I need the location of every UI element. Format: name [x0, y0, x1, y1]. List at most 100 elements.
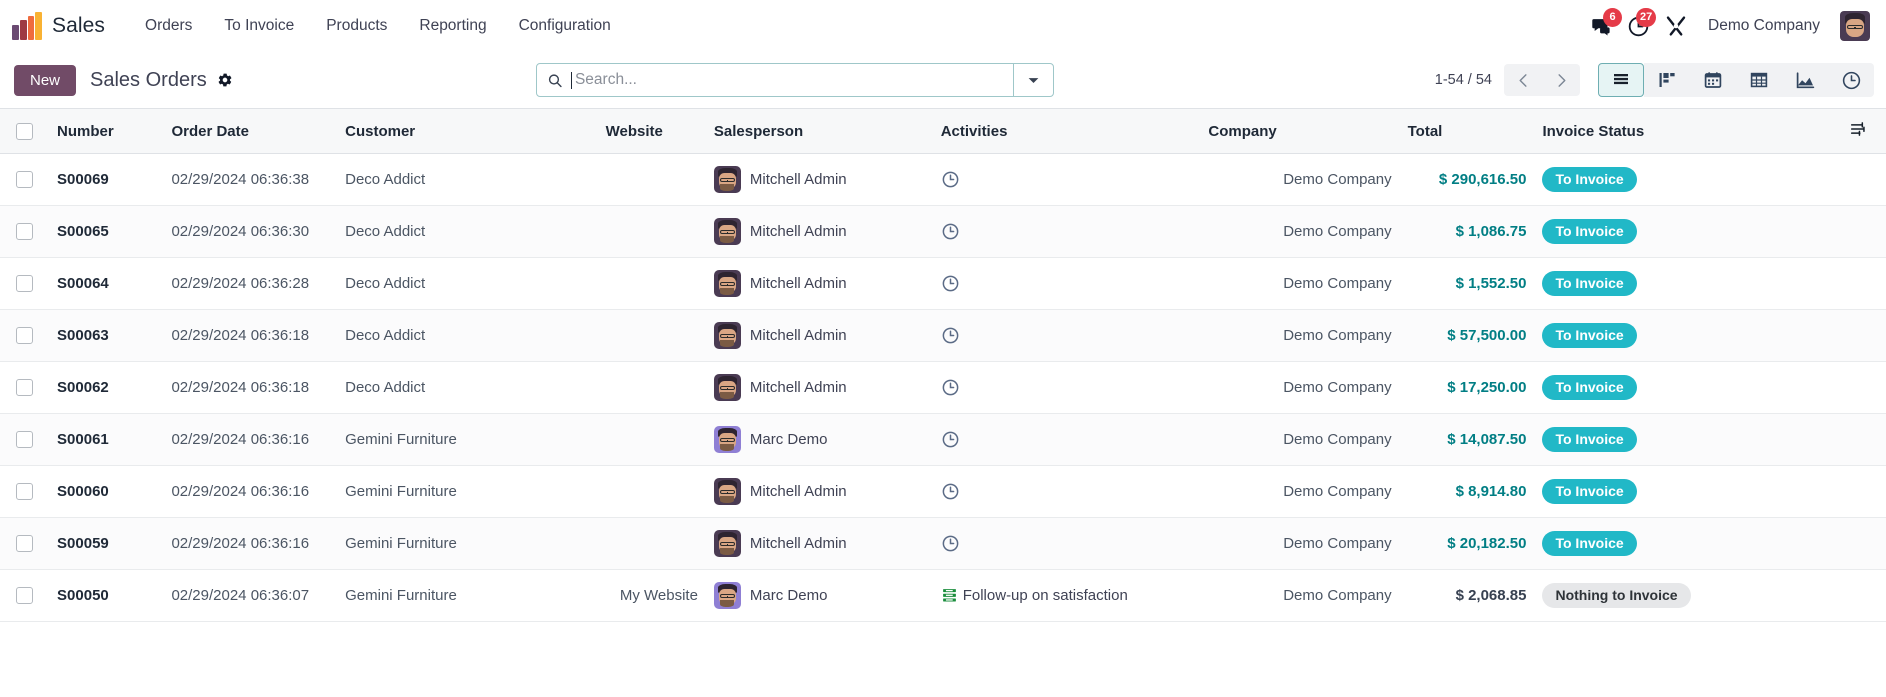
cell-activities[interactable]: [932, 257, 1201, 310]
header-website[interactable]: Website: [597, 108, 706, 154]
row-select-cell[interactable]: [0, 205, 50, 258]
cell-activities[interactable]: [932, 465, 1201, 518]
cell-order-date: 02/29/2024 06:36:16: [163, 517, 338, 570]
search-dropdown-toggle[interactable]: [1013, 64, 1053, 96]
row-select-cell[interactable]: [0, 569, 50, 622]
salesperson-name: Marc Demo: [749, 587, 828, 604]
avatar-face: [714, 374, 741, 401]
header-invoice-status[interactable]: Invoice Status: [1534, 108, 1841, 154]
tools-button[interactable]: [1664, 14, 1688, 38]
row-checkbox[interactable]: [16, 327, 33, 344]
search-field[interactable]: [537, 64, 1013, 96]
row-checkbox[interactable]: [16, 379, 33, 396]
table-row[interactable]: S00063 02/29/2024 06:36:18 Deco Addict Mitc…: [0, 309, 1886, 362]
app-name[interactable]: Sales: [52, 14, 105, 38]
cell-order-date: 02/29/2024 06:36:07: [163, 569, 338, 622]
view-button-kanban[interactable]: [1644, 63, 1690, 97]
pager-previous-button[interactable]: [1504, 64, 1542, 96]
control-panel: New Sales Orders 1-54 / 54: [0, 52, 1886, 108]
row-checkbox[interactable]: [16, 483, 33, 500]
table-row[interactable]: S00060 02/29/2024 06:36:16 Gemini Furnitur…: [0, 465, 1886, 518]
view-button-calendar[interactable]: [1690, 63, 1736, 97]
salesperson-name: Mitchell Admin: [749, 483, 847, 500]
header-row: Number Order Date Customer Website Sales…: [0, 108, 1886, 154]
cell-order-date: 02/29/2024 06:36:18: [163, 309, 338, 362]
cell-invoice-status: To Invoice: [1534, 257, 1841, 310]
header-number[interactable]: Number: [49, 108, 164, 154]
messages-button[interactable]: 6: [1591, 8, 1622, 37]
table-row[interactable]: S00050 02/29/2024 06:36:07 Gemini Furnitur…: [0, 569, 1886, 622]
view-button-pivot[interactable]: [1736, 63, 1782, 97]
table-row[interactable]: S00062 02/29/2024 06:36:18 Deco Addict Mitc…: [0, 361, 1886, 414]
activities-button[interactable]: 27: [1627, 7, 1657, 38]
header-order-date[interactable]: Order Date: [163, 108, 338, 154]
header-select-all[interactable]: [0, 108, 50, 154]
row-checkbox[interactable]: [16, 535, 33, 552]
cell-activities[interactable]: [932, 309, 1201, 362]
table-row[interactable]: S00065 02/29/2024 06:36:30 Deco Addict Mitc…: [0, 205, 1886, 258]
row-checkbox[interactable]: [16, 587, 33, 604]
chevron-left-icon: [1519, 73, 1527, 87]
menu-item-reporting[interactable]: Reporting: [403, 11, 502, 41]
cell-activities[interactable]: [932, 153, 1201, 206]
messages-badge: 6: [1603, 8, 1622, 27]
table-row[interactable]: S00059 02/29/2024 06:36:16 Gemini Furnitur…: [0, 517, 1886, 570]
new-button[interactable]: New: [14, 64, 77, 96]
cell-company: Demo Company: [1200, 465, 1400, 518]
activity-clock-icon: [1842, 71, 1860, 89]
header-customer[interactable]: Customer: [337, 108, 598, 154]
header-activities[interactable]: Activities: [932, 108, 1201, 154]
header-total[interactable]: Total: [1399, 108, 1535, 154]
cell-activities[interactable]: [932, 517, 1201, 570]
cell-number: S00050: [49, 569, 164, 622]
row-select-cell[interactable]: [0, 413, 50, 466]
menu-item-to-invoice[interactable]: To Invoice: [208, 11, 310, 41]
header-salesperson[interactable]: Salesperson: [705, 108, 933, 154]
table-row[interactable]: S00061 02/29/2024 06:36:16 Gemini Furnitur…: [0, 413, 1886, 466]
header-options[interactable]: [1840, 108, 1886, 154]
status-badge: To Invoice: [1542, 270, 1637, 297]
view-button-list[interactable]: [1598, 63, 1644, 97]
view-button-graph[interactable]: [1782, 63, 1828, 97]
salesperson-avatar: [713, 374, 741, 401]
clock-icon: [942, 483, 959, 500]
view-button-activity[interactable]: [1828, 63, 1874, 97]
row-checkbox[interactable]: [16, 431, 33, 448]
row-select-cell[interactable]: [0, 361, 50, 414]
cell-activities[interactable]: Follow-up on satisfaction: [932, 569, 1201, 622]
row-select-cell[interactable]: [0, 153, 50, 206]
table-row[interactable]: S00064 02/29/2024 06:36:28 Deco Addict Mitc…: [0, 257, 1886, 310]
cell-activities[interactable]: [932, 361, 1201, 414]
salesperson-avatar: [713, 218, 741, 245]
gear-icon[interactable]: [217, 72, 233, 88]
pager-next-button[interactable]: [1542, 64, 1580, 96]
cell-options: [1840, 205, 1886, 258]
row-select-cell[interactable]: [0, 517, 50, 570]
avatar-face: [714, 322, 741, 349]
cell-website: [597, 257, 706, 310]
user-avatar[interactable]: [1840, 11, 1870, 41]
select-all-checkbox[interactable]: [16, 122, 33, 140]
row-checkbox[interactable]: [16, 223, 33, 240]
cell-total: $ 8,914.80: [1399, 465, 1535, 518]
cell-activities[interactable]: [932, 413, 1201, 466]
odoo-bars-logo[interactable]: [12, 12, 42, 40]
pager-range[interactable]: 1-54 / 54: [1435, 72, 1492, 88]
menu-item-configuration[interactable]: Configuration: [503, 11, 627, 41]
menu-item-products[interactable]: Products: [310, 11, 403, 41]
row-checkbox[interactable]: [16, 171, 33, 188]
salesperson-avatar: [713, 478, 741, 505]
cell-customer: Deco Addict: [337, 257, 598, 310]
salesperson-name: Marc Demo: [749, 431, 828, 448]
search-input[interactable]: [574, 71, 1003, 89]
row-select-cell[interactable]: [0, 465, 50, 518]
row-select-cell[interactable]: [0, 257, 50, 310]
graph-icon: [1796, 71, 1814, 88]
header-company[interactable]: Company: [1200, 108, 1400, 154]
row-checkbox[interactable]: [16, 275, 33, 292]
table-row[interactable]: S00069 02/29/2024 06:36:38 Deco Addict Mitc…: [0, 153, 1886, 206]
row-select-cell[interactable]: [0, 309, 50, 362]
cell-activities[interactable]: [932, 205, 1201, 258]
company-switcher[interactable]: Demo Company: [1702, 13, 1826, 39]
menu-item-orders[interactable]: Orders: [129, 11, 208, 41]
